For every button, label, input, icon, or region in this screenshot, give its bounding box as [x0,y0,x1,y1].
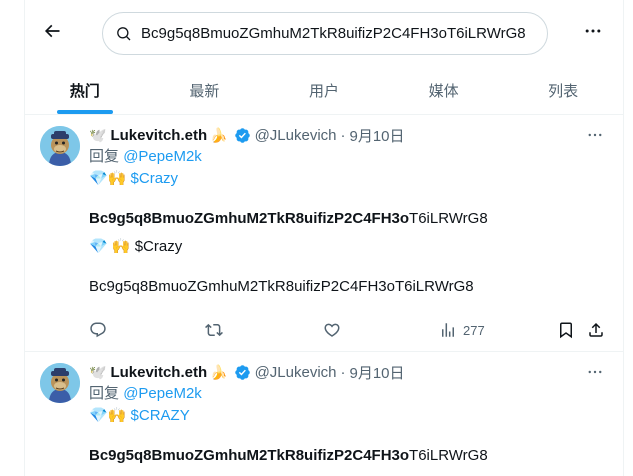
tweet-text-line: Bc9g5q8BmuoZGmhuM2TkR8uifizP2C4FH3oT6iLR… [89,445,609,467]
tweet-header: 🕊️ Lukevitch.eth 🍌 @JLukevich · 9月10日 [89,361,609,383]
tweet-text-line: Bc9g5q8BmuoZGmhuM2TkR8uifizP2C4FH3oT6iLR… [89,208,609,230]
search-tabs: 热门 最新 用户 媒体 列表 [25,66,623,115]
tweet-more-button[interactable] [583,361,607,383]
cashtag-link[interactable]: $Crazy [131,170,179,187]
reply-label: 回复 [89,385,120,402]
bookmark-icon [560,322,572,339]
tab-latest[interactable]: 最新 [145,66,265,114]
verified-badge-icon [234,364,251,381]
views-button[interactable]: 277 [439,318,485,342]
column-border-right [623,0,624,476]
tweet-body: 🕊️ Lukevitch.eth 🍌 @JLukevich · 9月10日 回复… [89,361,609,467]
separator-dot: · [340,363,346,381]
tab-label: 用户 [308,82,339,100]
emoji-text: 💎 🙌 [89,238,131,255]
search-header [25,0,623,66]
active-tab-indicator [56,110,113,114]
address-rest-text: T6iLRWrG8 [409,447,488,464]
reply-label: 回复 [89,148,120,165]
app-frame: 热门 最新 用户 媒体 列表 🕊️ Lukevitch.eth [0,0,633,476]
avatar[interactable] [40,363,80,403]
display-name[interactable]: Lukevitch.eth [110,364,207,381]
reply-mention-link[interactable]: @PepeM2k [123,148,202,165]
handle[interactable]: @JLukevich [255,364,337,381]
share-button[interactable] [587,318,605,342]
tweet[interactable]: 🕊️ Lukevitch.eth 🍌 @JLukevich · 9月10日 回复… [25,116,623,352]
like-button[interactable] [323,318,341,342]
more-horizontal-icon [585,29,601,33]
reply-icon [90,322,106,338]
tab-top[interactable]: 热门 [25,66,145,114]
address-bold-text: Bc9g5q8BmuoZGmhuM2TkR8uifizP2C4FH3o [89,447,410,464]
emoji-text: 💎🙌 [89,170,127,187]
tweet-text-line: 💎 🙌 $Crazy [89,236,609,258]
bookmark-button[interactable] [557,318,575,342]
banana-emoji: 🍌 [210,364,228,380]
tab-label: 媒体 [428,82,459,100]
more-options-button[interactable] [578,16,608,46]
tweet[interactable]: 🕊️ Lukevitch.eth 🍌 @JLukevich · 9月10日 回复… [25,353,623,476]
retweet-button[interactable] [205,318,223,342]
search-input[interactable] [141,25,541,42]
tweet-body: 🕊️ Lukevitch.eth 🍌 @JLukevich · 9月10日 回复… [89,124,609,298]
tweet-more-button[interactable] [583,124,607,146]
cashtag-link[interactable]: $CRAZY [131,407,190,424]
tab-label: 热门 [69,82,100,100]
cashtag-plain-text: $Crazy [134,238,183,255]
more-horizontal-icon [588,370,602,374]
tweet-date[interactable]: 9月10日 [350,125,405,146]
address-rest-text: T6iLRWrG8 [409,210,488,227]
tweet-actions: 277 [89,318,609,342]
tab-label: 最新 [189,82,220,100]
tweet-text-line: 💎🙌 $CRAZY [89,405,609,427]
tab-media[interactable]: 媒体 [384,66,504,114]
dove-emoji: 🕊️ [89,127,107,143]
arrow-left-icon [44,24,60,38]
retweet-icon [205,323,223,337]
tab-lists[interactable]: 列表 [503,66,623,114]
search-box[interactable] [102,12,548,55]
separator-dot: · [340,126,346,144]
reply-button[interactable] [89,318,107,342]
tweet-text-line: Bc9g5q8BmuoZGmhuM2TkR8uifizP2C4FH3oT6iLR… [89,276,609,298]
tab-people[interactable]: 用户 [264,66,384,114]
avatar[interactable] [40,126,80,166]
address-plain-text: Bc9g5q8BmuoZGmhuM2TkR8uifizP2C4FH3oT6iLR… [89,278,474,295]
handle[interactable]: @JLukevich [255,127,337,144]
dove-emoji: 🕊️ [89,364,107,380]
analytics-icon [442,323,454,337]
tweet-date[interactable]: 9月10日 [350,362,405,383]
tweet-header: 🕊️ Lukevitch.eth 🍌 @JLukevich · 9月10日 [89,124,609,146]
share-icon [589,322,603,337]
search-icon [115,25,133,43]
emoji-text: 💎🙌 [89,407,127,424]
tab-label: 列表 [548,82,579,100]
reply-context: 回复 @PepeM2k [89,383,609,405]
reply-mention-link[interactable]: @PepeM2k [123,385,202,402]
tweet-text-line: 💎🙌 $Crazy [89,168,609,190]
back-button[interactable] [35,14,69,48]
more-horizontal-icon [588,133,602,137]
heart-icon [324,323,340,337]
views-count: 277 [463,322,485,338]
display-name[interactable]: Lukevitch.eth [110,127,207,144]
address-bold-text: Bc9g5q8BmuoZGmhuM2TkR8uifizP2C4FH3o [89,210,410,227]
banana-emoji: 🍌 [210,127,228,143]
reply-context: 回复 @PepeM2k [89,146,609,168]
verified-badge-icon [234,127,251,144]
